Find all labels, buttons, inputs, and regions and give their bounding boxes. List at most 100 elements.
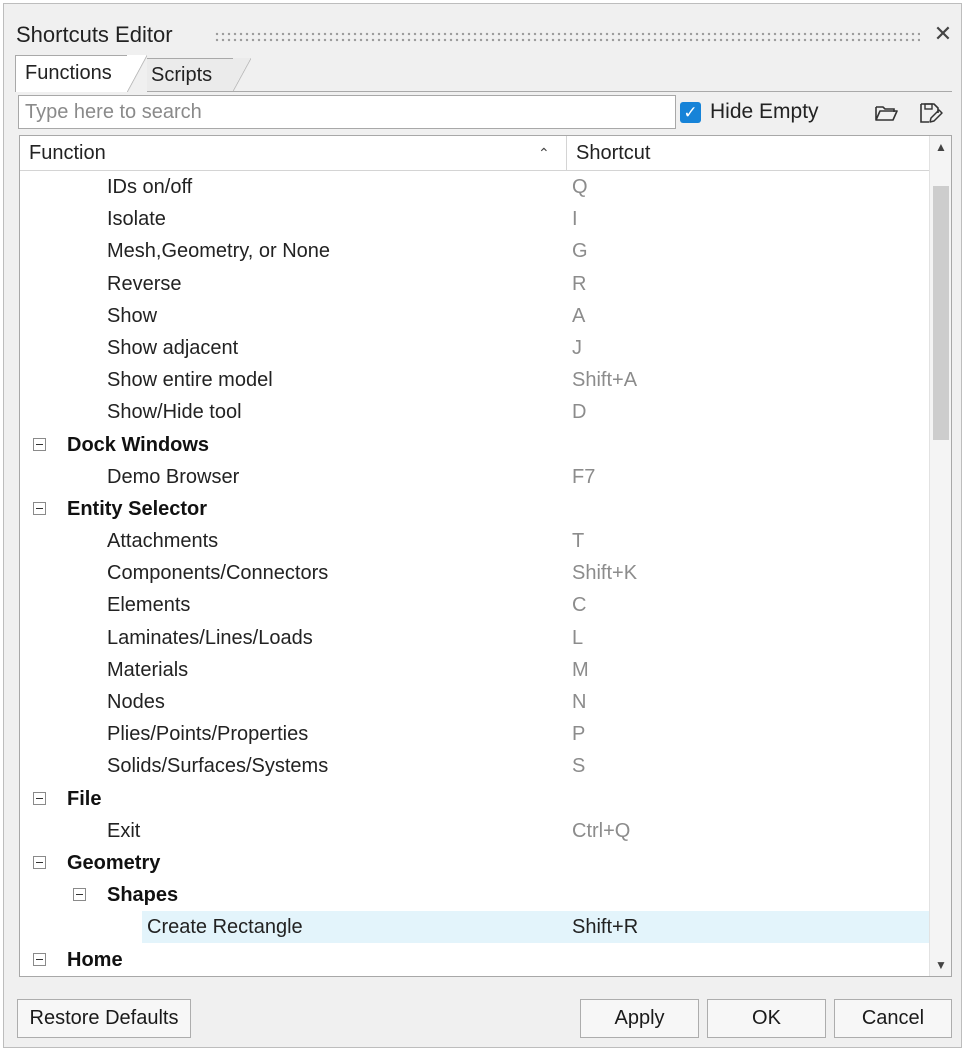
shortcut-cell: Shift+A — [572, 369, 638, 392]
save-edit-icon[interactable] — [916, 99, 944, 127]
function-cell: Shapes — [107, 884, 179, 907]
function-cell: Show/Hide tool — [107, 401, 242, 424]
function-cell: Laminates/Lines/Loads — [107, 626, 313, 649]
function-cell: Home — [67, 948, 123, 971]
column-header-shortcut-label: Shortcut — [576, 142, 651, 164]
shortcut-cell: G — [572, 240, 588, 263]
function-cell: Entity Selector — [67, 497, 208, 520]
shortcuts-table: Function ⌃ Shortcut IDs on/off Q Isolate I M… — [19, 135, 952, 977]
shortcut-cell: N — [572, 691, 587, 713]
table-row[interactable]: Show A — [20, 300, 929, 332]
shortcut-cell: A — [572, 304, 586, 327]
table-row[interactable]: Isolate I — [20, 203, 929, 235]
close-icon[interactable]: ✕ — [932, 22, 954, 46]
table-row[interactable]: Nodes N — [20, 686, 929, 718]
tree-group-row[interactable]: Geometry — [20, 847, 929, 879]
shortcut-cell: I — [572, 208, 578, 231]
shortcut-cell: R — [572, 272, 587, 295]
function-cell: Reverse — [107, 272, 182, 295]
table-row[interactable]: Attachments T — [20, 525, 929, 557]
function-cell: Show — [107, 304, 158, 327]
shortcut-cell: P — [572, 723, 586, 746]
table-row[interactable]: Mesh,Geometry, or None G — [20, 235, 929, 267]
collapse-icon[interactable] — [33, 855, 46, 869]
shortcut-cell: L — [572, 626, 584, 649]
tab-scripts-edge — [233, 58, 251, 91]
tree-group-row[interactable]: Dock Windows — [20, 429, 929, 461]
column-header-shortcut[interactable]: Shortcut — [566, 136, 929, 170]
function-cell: Mesh,Geometry, or None — [107, 240, 331, 263]
collapse-icon[interactable] — [33, 952, 46, 966]
title-drag-grip[interactable] — [214, 31, 920, 43]
shortcut-cell: Shift+K — [572, 562, 638, 585]
function-cell: Nodes — [107, 691, 165, 713]
table-body: IDs on/off Q Isolate I Mesh,Geometry, or Non… — [20, 171, 929, 976]
tab-scripts[interactable]: Scripts — [141, 58, 238, 91]
table-row[interactable]: IDs on/off Q — [20, 171, 929, 203]
table-row[interactable]: Solids/Surfaces/Systems S — [20, 750, 929, 782]
column-header-function-label: Function — [29, 142, 106, 164]
shortcut-cell: C — [572, 594, 587, 617]
tab-functions[interactable]: Functions — [15, 55, 132, 92]
tree-group-row[interactable]: Entity Selector — [20, 493, 929, 525]
function-cell: Solids/Surfaces/Systems — [107, 755, 329, 778]
function-cell: Attachments — [107, 530, 219, 553]
scroll-down-icon[interactable]: ▼ — [930, 956, 951, 974]
shortcut-cell: Shift+R — [572, 916, 639, 939]
ok-button[interactable]: OK — [707, 999, 826, 1038]
tree-group-row[interactable]: Home — [20, 944, 929, 976]
table-row[interactable]: Plies/Points/Properties P — [20, 718, 929, 750]
table-row[interactable]: Show/Hide tool D — [20, 396, 929, 428]
function-cell: Isolate — [107, 208, 166, 231]
shortcut-cell: D — [572, 401, 587, 424]
shortcut-cell: M — [572, 658, 589, 681]
table-row[interactable]: Demo Browser F7 — [20, 461, 929, 493]
function-cell: Elements — [107, 594, 191, 617]
table-row[interactable]: Components/Connectors Shift+K — [20, 557, 929, 589]
function-cell: Exit — [107, 819, 141, 842]
shortcut-cell: S — [572, 755, 586, 778]
table-row[interactable]: Elements C — [20, 589, 929, 621]
hide-empty-checkbox[interactable]: ✓ — [680, 102, 701, 123]
function-cell: Materials — [107, 658, 189, 681]
collapse-icon[interactable] — [33, 791, 46, 805]
table-row[interactable]: Materials M — [20, 654, 929, 686]
shortcut-cell: Q — [572, 176, 588, 198]
table-row[interactable]: Show entire model Shift+A — [20, 364, 929, 396]
apply-button[interactable]: Apply — [580, 999, 699, 1038]
table-row[interactable]: Show adjacent J — [20, 332, 929, 364]
folder-open-icon[interactable] — [872, 99, 900, 127]
collapse-icon[interactable] — [33, 437, 46, 451]
dialog-title: Shortcuts Editor — [16, 22, 173, 47]
column-header-function[interactable]: Function ⌃ — [20, 136, 565, 170]
collapse-icon[interactable] — [33, 501, 46, 515]
hide-empty-label[interactable]: Hide Empty — [710, 100, 819, 124]
tree-group-row[interactable]: Shapes — [20, 879, 929, 911]
function-cell: IDs on/off — [107, 176, 193, 198]
search-input[interactable] — [18, 95, 676, 129]
table-header: Function ⌃ Shortcut — [20, 136, 929, 171]
sort-ascending-icon: ⌃ — [538, 145, 550, 161]
scroll-up-icon[interactable]: ▲ — [930, 138, 951, 156]
function-cell: File — [67, 787, 102, 810]
function-cell: Show entire model — [107, 369, 273, 392]
tab-functions-edge — [127, 55, 147, 92]
restore-defaults-button[interactable]: Restore Defaults — [17, 999, 191, 1038]
table-row[interactable]: Laminates/Lines/Loads L — [20, 622, 929, 654]
table-row[interactable]: Exit Ctrl+Q — [20, 815, 929, 847]
cancel-button[interactable]: Cancel — [834, 999, 952, 1038]
table-row[interactable]: Create Rectangle Shift+R — [20, 911, 929, 944]
collapse-icon[interactable] — [73, 888, 86, 902]
function-cell: Demo Browser — [107, 465, 240, 488]
scrollbar-thumb[interactable] — [933, 186, 949, 440]
tab-divider — [15, 91, 952, 92]
tree-group-row[interactable]: File — [20, 783, 929, 815]
function-cell: Components/Connectors — [107, 562, 329, 585]
function-cell: Show adjacent — [107, 336, 239, 359]
table-row[interactable]: Reverse R — [20, 268, 929, 300]
shortcut-cell: T — [572, 530, 585, 553]
shortcut-cell: F7 — [572, 465, 596, 488]
vertical-scrollbar[interactable]: ▲ ▼ — [929, 136, 951, 976]
function-cell: Plies/Points/Properties — [107, 723, 309, 746]
function-cell: Geometry — [67, 851, 161, 874]
